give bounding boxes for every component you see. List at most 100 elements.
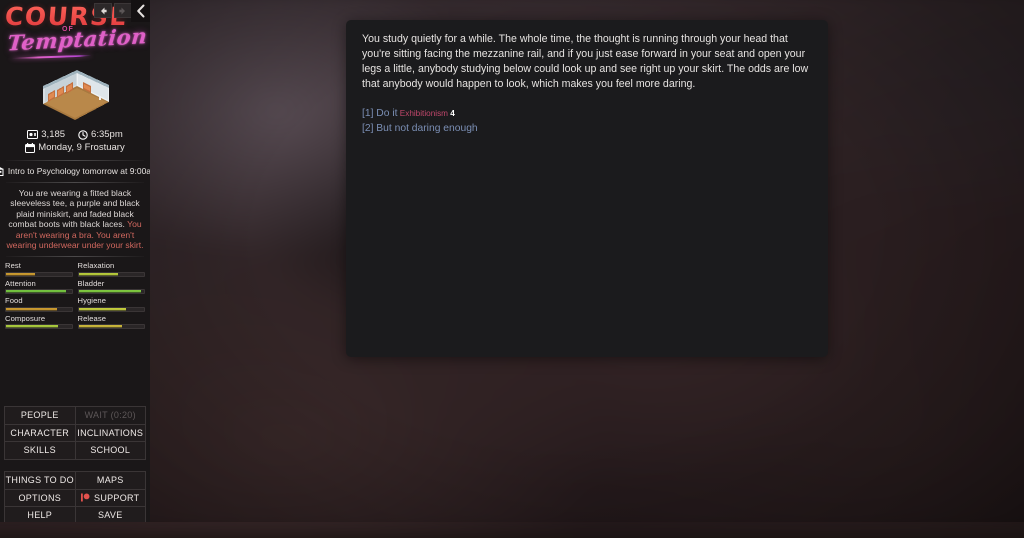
money-time-row: 3,185 6:35pm xyxy=(6,128,144,141)
menu-button-support[interactable]: SUPPORT xyxy=(76,490,147,508)
divider-top xyxy=(6,160,144,161)
divider-bars xyxy=(6,256,144,257)
stat-bar-label: Hygiene xyxy=(78,297,146,306)
divider-event xyxy=(6,182,144,183)
stat-bar-track xyxy=(78,272,146,277)
upcoming-event: Intro to Psychology tomorrow at 9:00am xyxy=(0,166,150,176)
school-icon xyxy=(0,166,4,176)
status-block: 3,185 6:35pm Monday, 9 Frostuary xyxy=(0,124,150,154)
menu-button-label: SUPPORT xyxy=(94,493,139,503)
stat-bar-fill xyxy=(6,290,66,293)
stat-bar-attention: Attention xyxy=(5,280,73,295)
back-button[interactable] xyxy=(94,3,112,18)
date-value: Monday, 9 Frostuary xyxy=(38,141,124,154)
choice-label: [1] Do it xyxy=(362,108,397,119)
stat-bar-track xyxy=(5,272,73,277)
menu-button-label: SKILLS xyxy=(24,445,56,455)
chevron-left-icon xyxy=(136,4,146,18)
menu-button-school[interactable]: SCHOOL xyxy=(76,442,147,460)
scene-room-art xyxy=(0,68,150,124)
logo-underline xyxy=(10,55,92,60)
stat-bar-label: Bladder xyxy=(78,280,146,289)
stat-bars: Rest Relaxation Attention Bladder Food Hygien… xyxy=(0,262,150,332)
money-value: 3,185 xyxy=(41,128,65,141)
stat-bar-rest: Rest xyxy=(5,262,73,277)
menu-button-label: THINGS TO DO xyxy=(6,475,74,485)
stat-bar-track xyxy=(5,307,73,312)
stat-bar-bladder: Bladder xyxy=(78,280,146,295)
secondary-menu: THINGS TO DOMAPS OPTIONS SUPPORT HELP SAVE xyxy=(4,471,146,522)
outfit-normal-text: You are wearing a fitted black sleeveles… xyxy=(8,188,139,229)
stat-bar-label: Rest xyxy=(5,262,73,271)
patreon-icon xyxy=(81,493,90,502)
arrow-left-icon xyxy=(98,6,108,16)
stat-bar-label: Relaxation xyxy=(78,262,146,271)
time-stat: 6:35pm xyxy=(78,128,123,141)
stat-bar-release: Release xyxy=(78,315,146,330)
menu-button-people[interactable]: PEOPLE xyxy=(5,407,76,425)
menu-button-inclinations[interactable]: INCLINATIONS xyxy=(76,425,147,443)
stat-bar-track xyxy=(5,289,73,294)
stat-bar-fill xyxy=(6,273,35,276)
stat-bar-track xyxy=(78,289,146,294)
choice-list: [1] Do it Exhibitionism 4 [2] But not dar… xyxy=(362,106,812,136)
stat-bar-label: Composure xyxy=(5,315,73,324)
menu-button-help[interactable]: HELP xyxy=(5,507,76,522)
story-panel: You study quietly for a while. The whole… xyxy=(346,20,828,357)
menu-button-character[interactable]: CHARACTER xyxy=(5,425,76,443)
stat-bar-fill xyxy=(79,290,141,293)
money-stat: 3,185 xyxy=(27,128,65,141)
date-row: Monday, 9 Frostuary xyxy=(6,141,144,154)
menu-button-wait-0-20: WAIT (0:20) xyxy=(76,407,147,425)
menu-button-label: SCHOOL xyxy=(90,445,130,455)
story-text: You study quietly for a while. The whole… xyxy=(362,32,812,92)
menu-button-skills[interactable]: SKILLS xyxy=(5,442,76,460)
menu-button-label: CHARACTER xyxy=(10,428,69,438)
stat-bar-fill xyxy=(6,325,58,328)
forward-button[interactable] xyxy=(114,3,132,18)
menu-button-save[interactable]: SAVE xyxy=(76,507,147,522)
stat-bar-fill xyxy=(79,273,118,276)
money-icon xyxy=(27,130,38,139)
menu-button-label: PEOPLE xyxy=(21,410,59,420)
choice-trait-value: 4 xyxy=(448,109,455,118)
outfit-description: You are wearing a fitted black sleeveles… xyxy=(0,188,150,250)
date-stat: Monday, 9 Frostuary xyxy=(25,141,124,154)
sidebar: COURSE OF Temptation xyxy=(0,0,150,522)
logo-temptation-text: Temptation xyxy=(0,24,150,56)
stat-bar-track xyxy=(5,324,73,329)
menu-button-maps[interactable]: MAPS xyxy=(76,472,147,490)
stat-bar-food: Food xyxy=(5,297,73,312)
menu-button-label: INCLINATIONS xyxy=(77,428,143,438)
primary-menu: PEOPLE WAIT (0:20) CHARACTER INCLINATIONS SK… xyxy=(4,406,146,460)
choice-option-1[interactable]: [1] Do it Exhibitionism 4 xyxy=(362,106,812,121)
stat-bar-hygiene: Hygiene xyxy=(78,297,146,312)
stat-bar-track xyxy=(78,324,146,329)
stat-bar-fill xyxy=(6,308,57,311)
choice-option-2[interactable]: [2] But not daring enough xyxy=(362,121,812,136)
stat-bar-label: Attention xyxy=(5,280,73,289)
time-value: 6:35pm xyxy=(91,128,123,141)
isometric-room-icon xyxy=(35,70,115,122)
stat-bar-label: Release xyxy=(78,315,146,324)
stat-bar-label: Food xyxy=(5,297,73,306)
menu-button-options[interactable]: OPTIONS xyxy=(5,490,76,508)
stat-bar-track xyxy=(78,307,146,312)
stat-bar-fill xyxy=(79,308,126,311)
choice-label: [2] But not daring enough xyxy=(362,123,478,134)
menu-button-things-to-do[interactable]: THINGS TO DO xyxy=(5,472,76,490)
stat-bar-relaxation: Relaxation xyxy=(78,262,146,277)
arrow-right-icon xyxy=(118,6,128,16)
history-nav xyxy=(94,3,132,18)
collapse-sidebar-button[interactable] xyxy=(131,0,150,22)
stat-bar-fill xyxy=(79,325,122,328)
menu-button-label: HELP xyxy=(27,510,52,520)
clock-icon xyxy=(78,130,88,140)
calendar-icon xyxy=(25,143,35,153)
choice-trait-tag: Exhibitionism xyxy=(397,109,448,118)
menu-button-label: WAIT (0:20) xyxy=(85,410,136,420)
menu-button-label: SAVE xyxy=(98,510,123,520)
event-text: Intro to Psychology tomorrow at 9:00am xyxy=(8,166,150,176)
stat-bar-composure: Composure xyxy=(5,315,73,330)
menu-button-label: OPTIONS xyxy=(18,493,61,503)
